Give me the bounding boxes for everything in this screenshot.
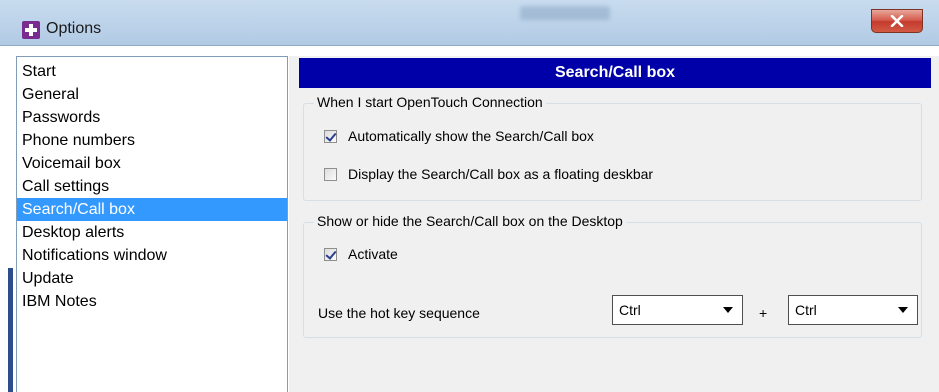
- hotkey-modifier2-select[interactable]: Ctrl: [788, 295, 918, 325]
- title-bar[interactable]: Options: [0, 0, 939, 46]
- hotkey-label: Use the hot key sequence: [318, 305, 480, 321]
- hotkey-modifier1-value: Ctrl: [619, 302, 641, 318]
- activate-option[interactable]: Activate: [324, 246, 398, 262]
- sidebar-item-voicemail-box[interactable]: Voicemail box: [17, 152, 287, 175]
- auto-show-checkbox[interactable]: [324, 129, 337, 143]
- desktop-group: Show or hide the Search/Call box on the …: [303, 213, 922, 338]
- close-button[interactable]: [871, 9, 923, 33]
- close-icon: [890, 15, 904, 27]
- chevron-down-icon[interactable]: [723, 307, 733, 313]
- hotkey-modifier2-value: Ctrl: [795, 302, 817, 318]
- floating-deskbar-option[interactable]: Display the Search/Call box as a floatin…: [324, 166, 653, 182]
- sidebar-item-phone-numbers[interactable]: Phone numbers: [17, 129, 287, 152]
- sidebar-item-ibm-notes[interactable]: IBM Notes: [17, 290, 287, 313]
- auto-show-option[interactable]: Automatically show the Search/Call box: [324, 128, 594, 144]
- sidebar-item-update[interactable]: Update: [17, 267, 287, 290]
- background-window-ghost: [520, 6, 610, 20]
- sidebar-item-call-settings[interactable]: Call settings: [17, 175, 287, 198]
- window-edge: [8, 268, 13, 392]
- chevron-down-icon[interactable]: [898, 307, 908, 313]
- sidebar-item-notifications-window[interactable]: Notifications window: [17, 244, 287, 267]
- sidebar-item-start[interactable]: Start: [17, 60, 287, 83]
- activate-label[interactable]: Activate: [348, 246, 398, 262]
- floating-deskbar-label[interactable]: Display the Search/Call box as a floatin…: [348, 166, 653, 182]
- auto-show-label[interactable]: Automatically show the Search/Call box: [348, 128, 594, 144]
- sidebar-item-search-call-box[interactable]: Search/Call box: [17, 198, 287, 221]
- settings-panel: Search/Call box When I start OpenTouch C…: [289, 56, 939, 392]
- options-category-list[interactable]: Start General Passwords Phone numbers Vo…: [16, 56, 288, 392]
- startup-group: When I start OpenTouch Connection Automa…: [303, 94, 922, 201]
- activate-checkbox[interactable]: [324, 247, 337, 261]
- app-icon: [22, 21, 40, 39]
- sidebar-item-passwords[interactable]: Passwords: [17, 106, 287, 129]
- desktop-group-legend: Show or hide the Search/Call box on the …: [314, 213, 626, 229]
- plus-sign: +: [759, 305, 768, 321]
- window-title: Options: [46, 20, 102, 37]
- panel-title: Search/Call box: [299, 58, 931, 88]
- startup-group-legend: When I start OpenTouch Connection: [314, 94, 546, 110]
- hotkey-modifier1-select[interactable]: Ctrl: [612, 295, 743, 325]
- floating-deskbar-checkbox[interactable]: [324, 167, 337, 181]
- sidebar-item-general[interactable]: General: [17, 83, 287, 106]
- sidebar-item-desktop-alerts[interactable]: Desktop alerts: [17, 221, 287, 244]
